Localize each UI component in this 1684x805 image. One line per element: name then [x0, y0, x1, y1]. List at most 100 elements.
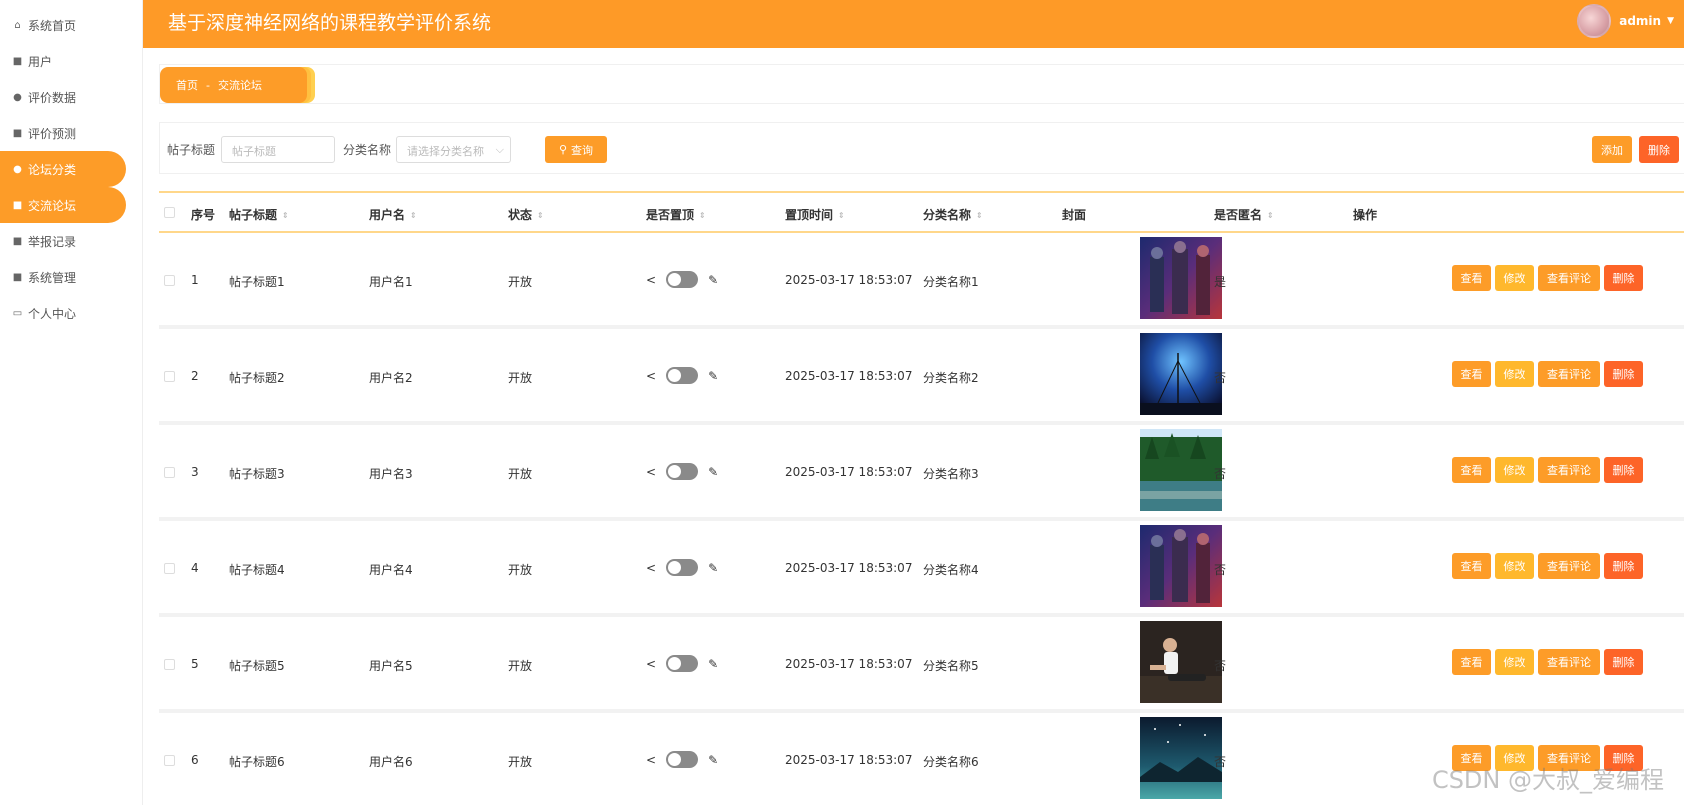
- row-username: 用户名3: [369, 467, 413, 481]
- row-checkbox[interactable]: [164, 275, 175, 286]
- category-select[interactable]: 请选择分类名称 ⌵: [396, 136, 511, 163]
- share-icon[interactable]: <: [646, 465, 656, 479]
- row-title: 帖子标题3: [229, 467, 285, 481]
- delete-button[interactable]: 删除: [1604, 553, 1643, 579]
- row-username: 用户名5: [369, 659, 413, 673]
- row-category: 分类名称3: [923, 467, 979, 481]
- edit-button[interactable]: 修改: [1495, 649, 1534, 675]
- row-index: 6: [191, 753, 199, 767]
- delete-button[interactable]: 删除: [1604, 361, 1643, 387]
- view-comments-button[interactable]: 查看评论: [1538, 361, 1600, 387]
- select-all-checkbox[interactable]: [164, 207, 175, 218]
- row-checkbox[interactable]: [164, 755, 175, 766]
- sidebar-item[interactable]: ■ 用户: [0, 43, 142, 79]
- search-bar: 帖子标题 帖子标题 分类名称 请选择分类名称 ⌵ ⚲ 查询 添加 删除: [159, 122, 1684, 174]
- sidebar-item[interactable]: ● 评价数据: [0, 79, 142, 115]
- view-button[interactable]: 查看: [1452, 649, 1491, 675]
- edit-button[interactable]: 修改: [1495, 457, 1534, 483]
- header-title[interactable]: 帖子标题 ⇕: [229, 206, 289, 223]
- share-icon[interactable]: <: [646, 657, 656, 671]
- sidebar-item[interactable]: ▭ 个人中心: [0, 295, 142, 331]
- view-comments-button[interactable]: 查看评论: [1538, 553, 1600, 579]
- row-status: 开放: [508, 371, 533, 385]
- row-checkbox[interactable]: [164, 371, 175, 382]
- pin-toggle[interactable]: [666, 751, 699, 768]
- header-pinned[interactable]: 是否置顶 ⇕: [646, 206, 706, 223]
- cover-image: [1140, 237, 1222, 319]
- pen-icon[interactable]: ✎: [708, 369, 718, 383]
- pen-icon[interactable]: ✎: [708, 273, 718, 287]
- delete-button[interactable]: 删除: [1604, 649, 1643, 675]
- view-comments-button[interactable]: 查看评论: [1538, 649, 1600, 675]
- header-category[interactable]: 分类名称 ⇕: [923, 206, 983, 223]
- view-comments-button[interactable]: 查看评论: [1538, 265, 1600, 291]
- row-category: 分类名称5: [923, 659, 979, 673]
- row-actions: 查看 修改 查看评论 删除: [1452, 361, 1643, 387]
- row-pin-time: 2025-03-17 18:53:07: [785, 465, 913, 479]
- share-icon[interactable]: <: [646, 561, 656, 575]
- row-checkbox[interactable]: [164, 467, 175, 478]
- sidebar-item[interactable]: ■ 系统管理: [0, 259, 142, 295]
- share-icon[interactable]: <: [646, 273, 656, 287]
- edit-button[interactable]: 修改: [1495, 553, 1534, 579]
- sidebar-item[interactable]: ⌂ 系统首页: [0, 7, 142, 43]
- person-icon: ●: [13, 91, 22, 103]
- username[interactable]: admin: [1619, 14, 1661, 28]
- add-button[interactable]: 添加: [1592, 136, 1632, 163]
- pen-icon[interactable]: ✎: [708, 753, 718, 767]
- pin-toggle[interactable]: [666, 367, 699, 384]
- view-button[interactable]: 查看: [1452, 265, 1491, 291]
- home-icon: ⌂: [14, 19, 21, 31]
- pin-toggle[interactable]: [666, 463, 699, 480]
- pen-icon[interactable]: ✎: [708, 657, 718, 671]
- row-status: 开放: [508, 563, 533, 577]
- view-button[interactable]: 查看: [1452, 361, 1491, 387]
- edit-button[interactable]: 修改: [1495, 265, 1534, 291]
- row-anonymous: 否: [1214, 467, 1227, 481]
- header-pin-time[interactable]: 置顶时间 ⇕: [785, 206, 845, 223]
- query-button[interactable]: ⚲ 查询: [545, 136, 607, 163]
- pen-icon[interactable]: ✎: [708, 561, 718, 575]
- delete-button[interactable]: 删除: [1604, 457, 1643, 483]
- header-username[interactable]: 用户名 ⇕: [369, 206, 417, 223]
- delete-button[interactable]: 删除: [1604, 265, 1643, 291]
- row-actions: 查看 修改 查看评论 删除: [1452, 457, 1643, 483]
- row-category: 分类名称1: [923, 275, 979, 289]
- pen-icon[interactable]: ✎: [708, 465, 718, 479]
- pin-toggle[interactable]: [666, 655, 699, 672]
- view-button[interactable]: 查看: [1452, 457, 1491, 483]
- breadcrumb-home[interactable]: 首页: [176, 77, 198, 93]
- header-anonymous[interactable]: 是否匿名 ⇕: [1214, 206, 1274, 223]
- cover-image: [1140, 525, 1222, 607]
- title-filter-label: 帖子标题: [167, 143, 216, 157]
- sidebar-item[interactable]: ■ 交流论坛: [0, 187, 126, 223]
- pin-toggle[interactable]: [666, 559, 699, 576]
- row-checkbox[interactable]: [164, 563, 175, 574]
- edit-button[interactable]: 修改: [1495, 361, 1534, 387]
- sidebar-item-label: 交流论坛: [28, 198, 77, 213]
- sidebar-item[interactable]: ● 论坛分类: [0, 151, 126, 187]
- header-actions: 操作: [1353, 208, 1378, 222]
- header-status[interactable]: 状态 ⇕: [508, 206, 544, 223]
- user-menu[interactable]: admin ▼: [1577, 4, 1674, 38]
- pin-toggle[interactable]: [666, 271, 699, 288]
- avatar[interactable]: [1577, 4, 1612, 38]
- row-anonymous: 否: [1214, 755, 1227, 769]
- sidebar-item[interactable]: ■ 举报记录: [0, 223, 142, 259]
- chevron-down-icon: ⌵: [495, 143, 504, 156]
- row-status: 开放: [508, 755, 533, 769]
- view-comments-button[interactable]: 查看评论: [1538, 457, 1600, 483]
- sidebar-item[interactable]: ■ 评价预测: [0, 115, 142, 151]
- view-button[interactable]: 查看: [1452, 553, 1491, 579]
- batch-delete-button[interactable]: 删除: [1639, 136, 1679, 163]
- title-search-input[interactable]: 帖子标题: [221, 136, 335, 163]
- row-checkbox[interactable]: [164, 659, 175, 670]
- chevron-down-icon[interactable]: ▼: [1667, 16, 1674, 26]
- sidebar-item-label: 系统管理: [28, 270, 77, 285]
- share-icon[interactable]: <: [646, 753, 656, 767]
- row-index: 5: [191, 657, 199, 671]
- share-icon[interactable]: <: [646, 369, 656, 383]
- sidebar-item-label: 个人中心: [28, 306, 77, 321]
- row-anonymous: 否: [1214, 371, 1227, 385]
- row-anonymous: 是: [1214, 275, 1227, 289]
